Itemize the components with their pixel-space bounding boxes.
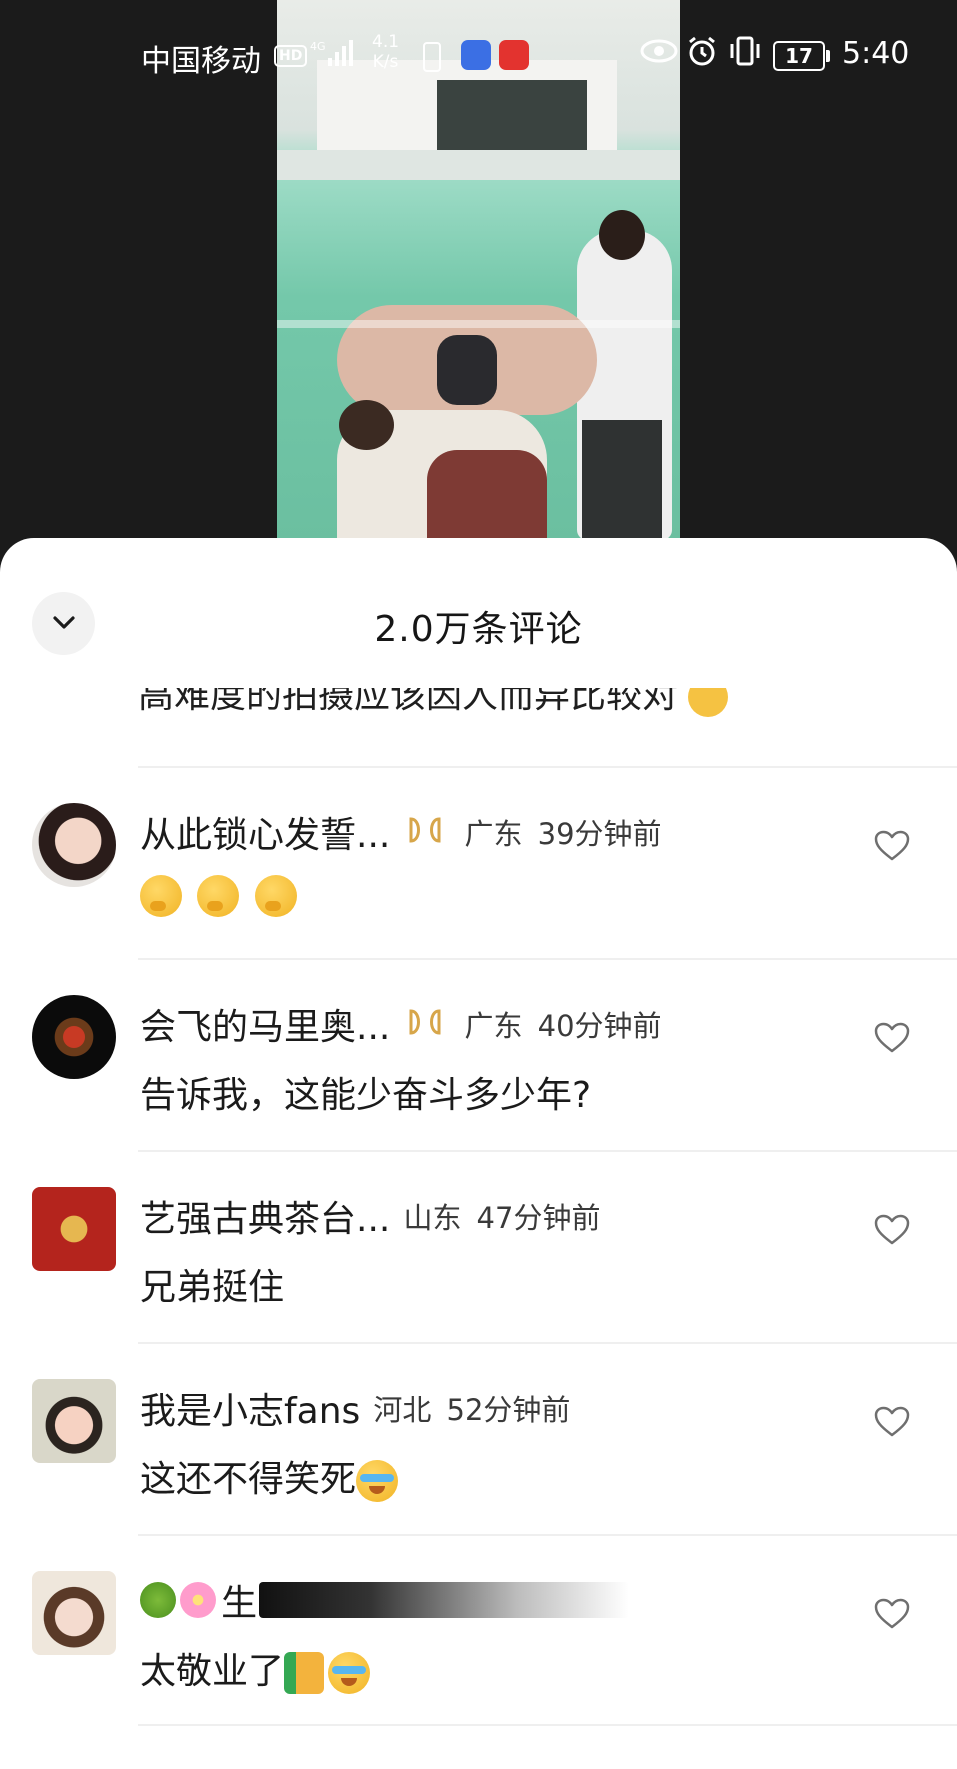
username[interactable]: 会飞的马里奥... xyxy=(140,1007,390,1048)
comment-item[interactable]: 会飞的马里奥... 广东 40分钟前 告诉我，这能少奋斗多少年? xyxy=(0,958,957,1150)
timestamp: 39分钟前 xyxy=(537,817,662,851)
comment-item[interactable]: 艺强古典茶台... 山东 47分钟前 兄弟挺住 xyxy=(0,1150,957,1342)
video-figure-supporting-man xyxy=(337,400,547,540)
username[interactable]: 生 xyxy=(221,1583,257,1624)
timestamp: 47分钟前 xyxy=(476,1201,601,1235)
battery-saver-icon xyxy=(423,42,441,72)
eye-icon xyxy=(640,36,678,74)
location: 山东 xyxy=(403,1201,462,1235)
avatar[interactable] xyxy=(32,1187,116,1271)
location: 广东 xyxy=(464,817,523,851)
comment-sheet: 2.0万条评论 高难度的拍摄应该因人而异比较对 从此锁心发誓... 广东 39分… xyxy=(0,538,957,1769)
avatar[interactable] xyxy=(32,1571,116,1655)
comment-meta: 生 xyxy=(140,1574,630,1626)
status-bar: 中国移动 HD 4G 4.1 K/s 17 5:40 xyxy=(0,0,957,110)
comment-meta: 会飞的马里奥... 广东 40分钟前 xyxy=(140,998,662,1050)
divider xyxy=(138,1534,957,1536)
comment-item[interactable]: 从此锁心发誓... 广东 39分钟前 xyxy=(0,766,957,958)
redacted-username xyxy=(259,1582,630,1618)
heart-icon[interactable] xyxy=(874,830,910,862)
divider xyxy=(138,958,957,960)
location: 河北 xyxy=(373,1393,432,1427)
clipped-comment: 高难度的拍摄应该因人而异比较对 xyxy=(0,688,957,728)
divider xyxy=(138,1724,957,1726)
comment-meta: 我是小志fans 河北 52分钟前 xyxy=(140,1382,570,1434)
flower-emoji xyxy=(180,1582,216,1618)
grin-emoji xyxy=(688,688,729,717)
comment-count-title: 2.0万条评论 xyxy=(374,609,583,650)
network-speed: 4.1 K/s xyxy=(372,32,400,72)
username[interactable]: 我是小志fans xyxy=(140,1391,360,1432)
fan-badge-icon xyxy=(407,815,443,849)
comment-text: 太敬业了 xyxy=(140,1642,374,1694)
alarm-icon xyxy=(686,36,718,76)
username[interactable]: 艺强古典茶台... xyxy=(140,1199,390,1240)
network-type: 4G xyxy=(310,40,326,53)
music-app-icon xyxy=(461,40,491,70)
battery-icon: 17 xyxy=(773,41,830,71)
signal-icon: 4G xyxy=(310,38,360,70)
clipped-comment-text: 高难度的拍摄应该因人而异比较对 xyxy=(138,688,729,718)
comment-meta: 艺强古典茶台... 山东 47分钟前 xyxy=(140,1190,600,1242)
comment-text xyxy=(140,874,301,917)
heart-icon[interactable] xyxy=(874,1406,910,1438)
divider xyxy=(138,766,957,768)
heart-icon[interactable] xyxy=(874,1598,910,1630)
thinking-emoji xyxy=(254,875,297,917)
avatar[interactable] xyxy=(32,1379,116,1463)
comment-text: 兄弟挺住 xyxy=(140,1267,285,1308)
heart-icon[interactable] xyxy=(874,1022,910,1054)
news-app-icon xyxy=(499,40,529,70)
laughing-crying-emoji xyxy=(328,1652,371,1694)
video-figure-standing-man xyxy=(577,210,672,540)
vibrate-icon xyxy=(728,36,762,74)
username[interactable]: 从此锁心发誓... xyxy=(140,815,390,856)
thinking-emoji xyxy=(140,875,182,917)
divider xyxy=(138,1150,957,1152)
comment-item[interactable]: 我是小志fans 河北 52分钟前 这还不得笑死 xyxy=(0,1342,957,1534)
timestamp: 40分钟前 xyxy=(537,1009,662,1043)
divider xyxy=(138,1342,957,1344)
avatar[interactable] xyxy=(32,995,116,1079)
comment-meta: 从此锁心发誓... 广东 39分钟前 xyxy=(140,806,662,858)
carrier-label: 中国移动 xyxy=(141,44,261,79)
location: 广东 xyxy=(464,1009,523,1043)
video-glass-plate xyxy=(277,320,680,328)
comment-text: 这还不得笑死 xyxy=(140,1450,402,1502)
thinking-emoji xyxy=(197,875,240,917)
avatar[interactable] xyxy=(32,803,116,887)
laughing-crying-emoji xyxy=(356,1460,399,1502)
comment-item[interactable]: 生 太敬业了 xyxy=(0,1534,957,1726)
timestamp: 52分钟前 xyxy=(446,1393,571,1427)
leaf-emoji xyxy=(140,1582,176,1618)
thumbs-up-emoji xyxy=(284,1652,325,1694)
video-scene-pool-edge xyxy=(277,150,680,180)
comment-text: 告诉我，这能少奋斗多少年? xyxy=(140,1075,592,1116)
clock: 5:40 xyxy=(842,36,910,71)
heart-icon[interactable] xyxy=(874,1214,910,1246)
fan-badge-icon xyxy=(407,1007,443,1041)
hd-icon: HD xyxy=(274,45,308,67)
